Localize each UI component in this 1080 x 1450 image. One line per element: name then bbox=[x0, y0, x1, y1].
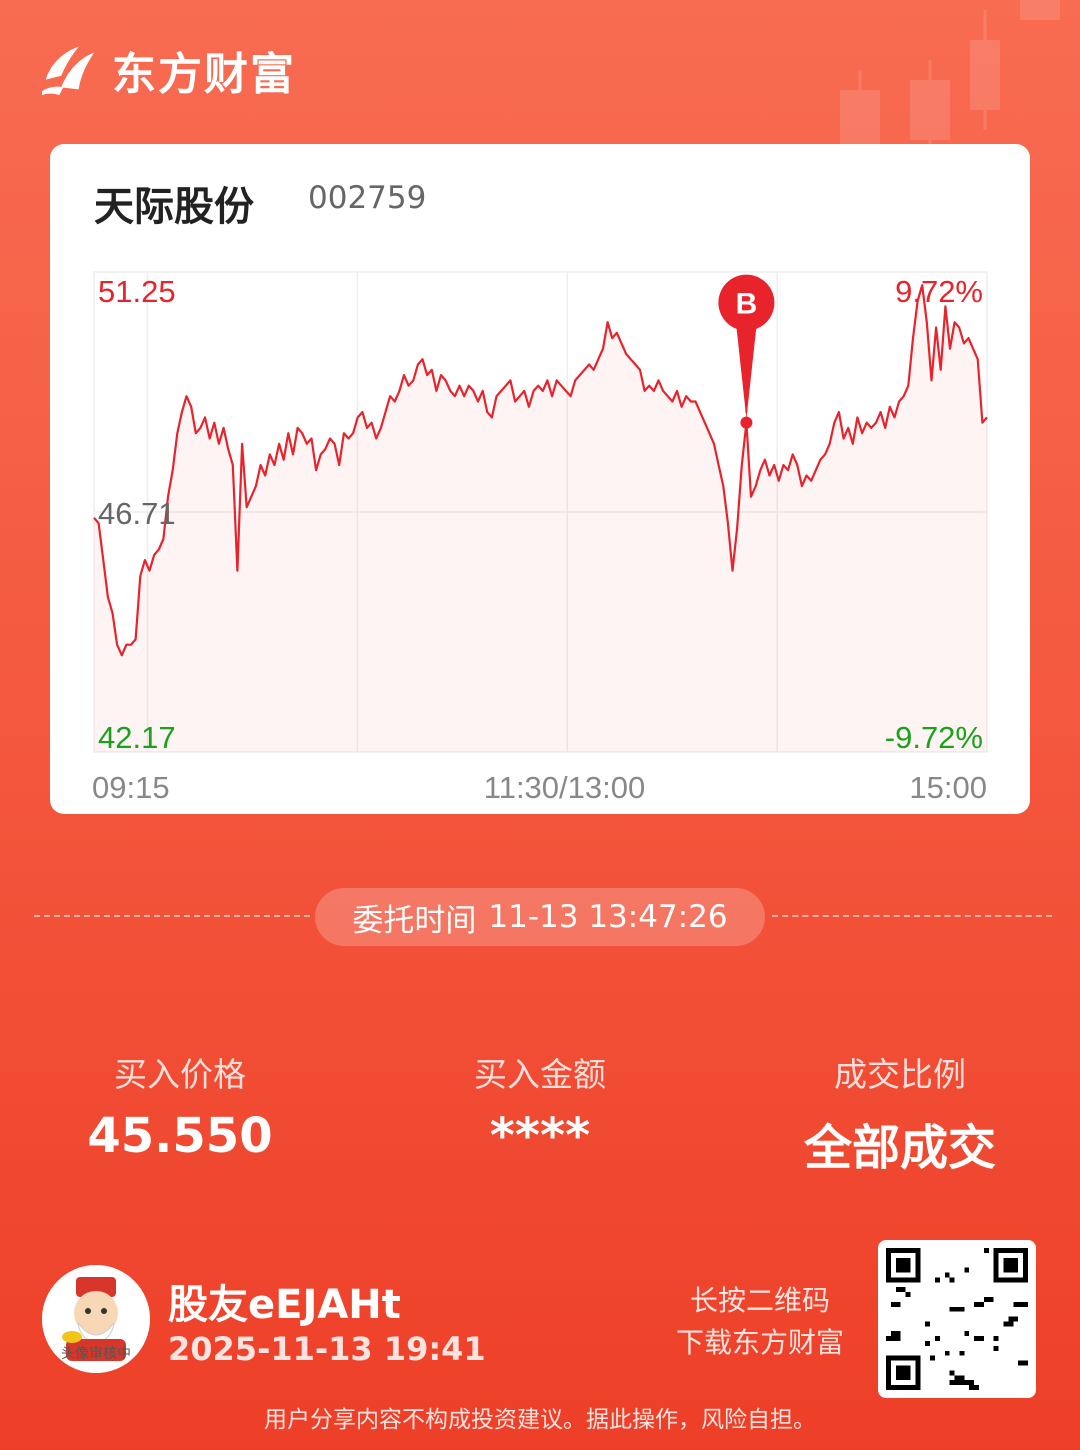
brand-name: 东方财富 bbox=[112, 49, 296, 100]
brand-header: 东方财富 bbox=[40, 38, 296, 102]
buy-marker-label: B bbox=[736, 288, 758, 321]
disclaimer: 用户分享内容不构成投资建议。据此操作，风险自担。 bbox=[264, 1407, 816, 1433]
divider-right bbox=[772, 915, 1052, 917]
qr-tip-line1: 长按二维码 bbox=[689, 1284, 830, 1317]
qr-tip: 长按二维码 下载东方财富 bbox=[640, 1280, 880, 1364]
stock-card: 51.25 46.71 42.17 9.72% -9.72% 09:15 11:30/13:… bbox=[50, 144, 1030, 814]
avatar-caption: 头像审核中 bbox=[61, 1346, 131, 1362]
stat-label: 成交比例 bbox=[834, 1055, 966, 1094]
stat-fill-ratio: 成交比例 全部成交 bbox=[720, 1048, 1080, 1178]
avatar[interactable]: 头像审核中 bbox=[42, 1265, 150, 1373]
share-time: 2025-11-13 19:41 bbox=[168, 1330, 486, 1368]
y-label-mid: 46.71 bbox=[98, 496, 176, 531]
x-label-close: 15:00 bbox=[909, 770, 987, 805]
stat-label: 买入价格 bbox=[114, 1055, 246, 1094]
username: 股友eEJAHt bbox=[168, 1282, 401, 1328]
pct-label-low: -9.72% bbox=[885, 720, 983, 755]
stock-code: 002759 bbox=[308, 180, 427, 216]
price-area bbox=[94, 285, 987, 752]
candlestick-decoration bbox=[840, 0, 1060, 160]
stat-buy-amount: 买入金额 **** bbox=[360, 1048, 720, 1164]
stat-label: 买入金额 bbox=[474, 1055, 606, 1094]
stat-value: **** bbox=[489, 1108, 591, 1164]
qr-code-icon bbox=[886, 1248, 1028, 1390]
order-time-pill: 委托时间 11-13 13:47:26 bbox=[315, 888, 765, 946]
divider-left bbox=[34, 915, 310, 917]
buy-marker-point bbox=[740, 416, 753, 429]
qr-code[interactable] bbox=[878, 1240, 1036, 1398]
x-label-open: 09:15 bbox=[92, 770, 170, 805]
order-time-value: 11-13 13:47:26 bbox=[488, 899, 728, 935]
y-label-high: 51.25 bbox=[98, 274, 176, 309]
eastmoney-logo-icon bbox=[41, 46, 95, 96]
stock-name: 天际股份 bbox=[94, 184, 254, 230]
qr-tip-line2: 下载东方财富 bbox=[675, 1326, 844, 1359]
order-time-label: 委托时间 bbox=[352, 902, 477, 939]
pct-label-high: 9.72% bbox=[895, 274, 983, 309]
stat-value: 45.550 bbox=[87, 1108, 273, 1164]
x-label-midday: 11:30/13:00 bbox=[484, 770, 645, 805]
buy-marker-pointer bbox=[736, 326, 757, 419]
stat-value: 全部成交 bbox=[803, 1120, 996, 1176]
stat-buy-price: 买入价格 45.550 bbox=[0, 1048, 360, 1164]
intraday-chart: 51.25 46.71 42.17 9.72% -9.72% 09:15 11:30/13:… bbox=[92, 271, 988, 805]
y-label-low: 42.17 bbox=[98, 720, 176, 755]
